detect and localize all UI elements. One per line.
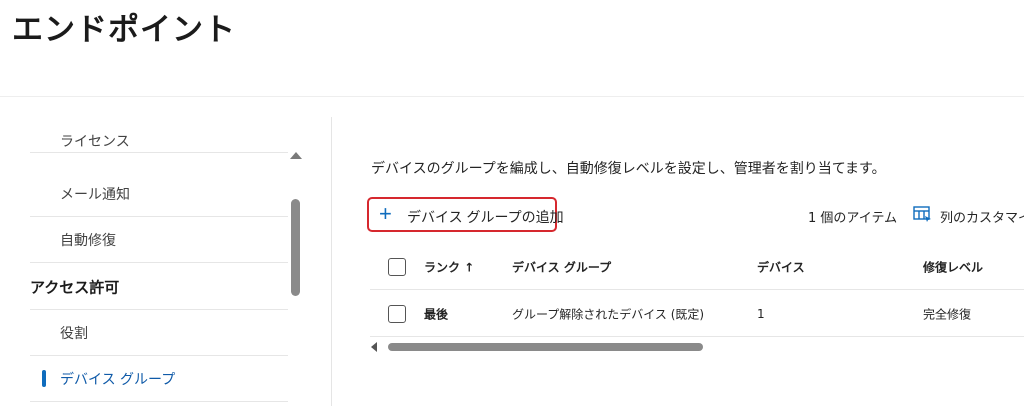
sidebar-item-label: ライセンス <box>60 134 130 150</box>
cell-remediation-level: 完全修復 <box>923 307 972 321</box>
cell-device-group: グループ解除されたデバイス (既定) <box>512 307 705 321</box>
sidebar-item-label: 役割 <box>60 325 88 342</box>
sidebar-section-permissions: アクセス許可 <box>30 264 288 310</box>
sidebar-section-label: アクセス許可 <box>30 278 120 296</box>
add-device-group-button[interactable]: + デバイス グループの追加 <box>367 197 564 232</box>
sidebar-item-label: デバイス グループ <box>60 371 176 388</box>
select-all-checkbox[interactable] <box>388 258 406 276</box>
sidebar-item-auto-remediation[interactable]: 自動修復 <box>30 217 288 263</box>
sidebar-divider <box>331 117 332 406</box>
sidebar-item-email-notification[interactable]: メール通知 <box>30 171 288 217</box>
sidebar-item-label: メール通知 <box>60 186 130 203</box>
header-divider <box>0 96 1024 97</box>
scroll-up-arrow-icon[interactable] <box>290 152 302 159</box>
sidebar-item-label: 自動修復 <box>60 232 116 249</box>
scroll-left-arrow-icon[interactable] <box>371 342 377 352</box>
cell-devices: 1 <box>757 306 765 321</box>
customize-columns-button[interactable]: 列のカスタマイズ <box>940 207 1024 226</box>
sidebar: ライセンス メール通知 自動修復 アクセス許可 役割 デバイス グループ <box>0 117 333 406</box>
sidebar-scrollbar-thumb[interactable] <box>291 199 300 296</box>
customize-columns-icon[interactable] <box>913 206 932 222</box>
cell-rank: 最後 <box>424 307 449 321</box>
add-device-group-label: デバイス グループの追加 <box>407 209 564 225</box>
page-description: デバイスのグループを編成し、自動修復レベルを設定し、管理者を割り当てます。 <box>371 161 886 177</box>
table-horizontal-scrollbar-thumb[interactable] <box>388 343 703 351</box>
row-checkbox[interactable] <box>388 305 406 323</box>
sidebar-item-device-groups[interactable]: デバイス グループ <box>30 356 288 402</box>
page-title: エンドポイント <box>12 12 236 48</box>
table-row[interactable]: 最後 グループ解除されたデバイス (既定) 1 完全修復 <box>370 291 1024 337</box>
sidebar-item-roles[interactable]: 役割 <box>30 310 288 356</box>
sidebar-item-license[interactable]: ライセンス <box>30 117 288 153</box>
column-header-device-group[interactable]: デバイス グループ <box>512 258 611 275</box>
column-header-rank[interactable]: ランク ↑ <box>424 258 474 275</box>
column-header-remediation-level[interactable]: 修復レベル <box>923 258 983 275</box>
item-count: 1 個のアイテム <box>808 211 898 226</box>
column-header-devices[interactable]: デバイス <box>757 258 805 275</box>
plus-icon: + <box>379 201 392 226</box>
active-indicator <box>42 370 46 387</box>
table-header-row: ランク ↑ デバイス グループ デバイス 修復レベル <box>370 244 1024 290</box>
